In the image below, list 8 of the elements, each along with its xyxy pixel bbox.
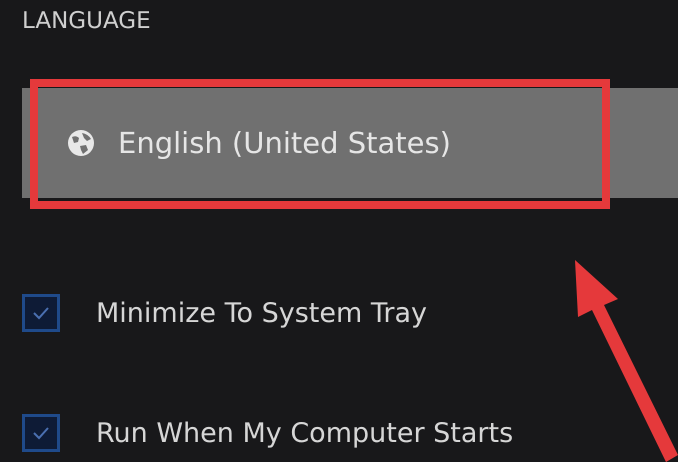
checkbox[interactable] — [22, 294, 60, 332]
globe-icon — [66, 128, 96, 158]
option-label: Run When My Computer Starts — [96, 418, 514, 448]
option-label: Minimize To System Tray — [96, 298, 428, 328]
checkbox[interactable] — [22, 414, 60, 452]
section-heading: LANGUAGE — [22, 7, 152, 36]
language-value: English (United States) — [118, 126, 451, 160]
language-dropdown[interactable]: English (United States) — [22, 88, 678, 198]
